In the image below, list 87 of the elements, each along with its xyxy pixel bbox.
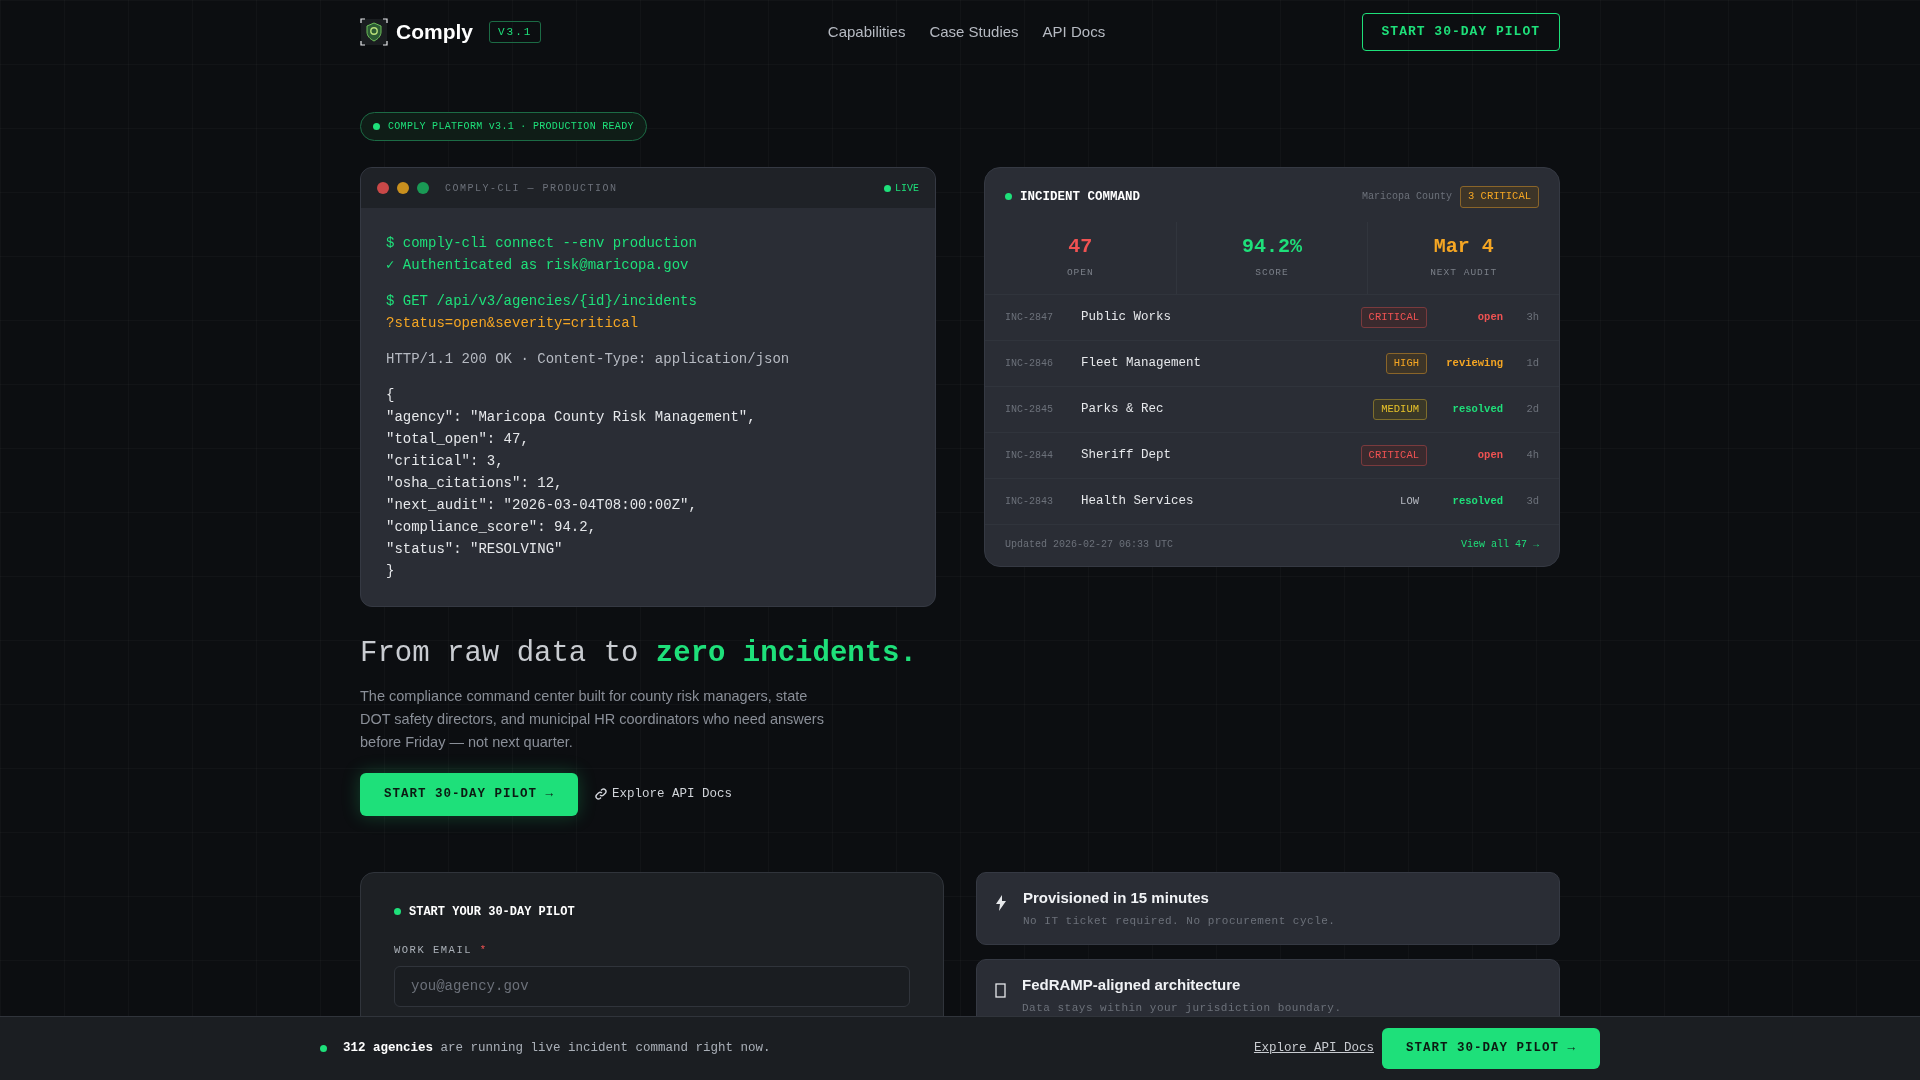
incident-row[interactable]: INC-2843 Health Services LOW resolved 3d [985,478,1559,524]
incident-status: open [1476,447,1503,463]
severity-tag: MEDIUM [1373,398,1427,421]
terminal-line: $ GET /api/v3/agencies/{id}/incidents [386,292,698,311]
window-control[interactable] [377,182,389,194]
status-dot [373,123,380,130]
incident-row[interactable]: INC-2846 Fleet Management HIGH reviewing 1d [985,340,1559,386]
incident-age: 3h [1525,309,1539,325]
terminal-line: } [386,562,396,581]
incident-age: 4h [1525,447,1539,463]
nav-link[interactable]: Case Studies [929,20,1019,44]
agencies-message: 312 agencies are running live incident command right now. [343,1040,771,1058]
field-label: WORK EMAIL * [394,942,489,958]
incident-id: INC-2845 [1005,403,1054,417]
feature-title: Provisioned in 15 minutes [1023,887,1210,908]
hero-description: The compliance command center built for county risk managers, state DOT safety directors, and municipal HR coordinators who need answers before Friday — not next quarter. [360,686,825,752]
incident-status: resolved [1451,401,1503,417]
incident-id: INC-2843 [1005,495,1054,509]
live-indicator: LIVE [884,180,919,196]
stat-label: NEXT AUDIT [1429,265,1499,280]
terminal-line: "critical": 3, [386,452,505,471]
county-label: Maricopa County [1361,190,1452,205]
rectangle-icon [995,982,1006,998]
terminal-line: "total_open": 47, [386,430,530,449]
pilot-button[interactable]: START 30-DAY PILOT [1361,13,1560,51]
incident-age: 2d [1525,401,1539,417]
incident-id: INC-2844 [1005,449,1054,463]
severity-tag: CRITICAL [1360,444,1427,467]
severity-tag: HIGH [1385,352,1427,375]
link-icon [594,787,609,802]
updated-time: Updated 2026-02-27 06:33 UTC [1005,538,1174,552]
incident-row[interactable]: INC-2844 Sheriff Dept CRITICAL open 4h [985,432,1559,478]
incident-status: open [1476,309,1503,325]
form-title: START YOUR 30-DAY PILOT [394,902,910,921]
nav-link[interactable]: API Docs [1042,20,1106,44]
stat-value: Mar 4 [1432,233,1495,260]
status-dot [320,1045,327,1052]
status-pill: COMPLY PLATFORM v3.1 · PRODUCTION READY [360,112,647,141]
incident-row[interactable]: INC-2847 Public Works CRITICAL open 3h [985,294,1559,340]
severity-tag: LOW [1392,490,1427,513]
terminal-title: COMPLY-CLI — PRODUCTION [445,181,618,196]
panel-title: INCIDENT COMMAND [1005,187,1141,207]
hero-heading: From raw data to zero incidents. [360,637,918,672]
incident-age: 3d [1525,493,1539,509]
incident-row[interactable]: INC-2845 Parks & Rec MEDIUM resolved 2d [985,386,1559,432]
pilot-button[interactable]: START 30-DAY PILOT → [1381,1028,1600,1069]
logo-icon [360,18,388,46]
stat-label: OPEN [1065,265,1095,280]
terminal-line: $ comply-cli connect --env production [386,234,698,253]
api-docs-link[interactable]: Explore API Docs [1253,1039,1374,1058]
incident-name: Health Services [1081,493,1194,511]
brand-name[interactable]: Comply [396,16,473,48]
terminal-line: "status": "RESOLVING" [386,540,564,559]
stat-value: 94.2% [1241,233,1303,260]
terminal-line: "osha_citations": 12, [386,474,564,493]
version-badge: V3.1 [489,20,542,44]
feature-description: Data stays within your jurisdiction boundary. [1022,1001,1342,1017]
terminal-line: HTTP/1.1 200 OK · Content-Type: application/json [386,350,791,369]
feature-title: FedRAMP-aligned architecture [1022,974,1242,995]
stat-label: SCORE [1254,265,1290,280]
incident-id: INC-2846 [1005,357,1054,371]
terminal-line: { [386,386,396,405]
incident-status: resolved [1451,493,1503,509]
incident-id: INC-2847 [1005,311,1054,325]
incident-age: 1d [1525,355,1539,371]
api-docs-link[interactable]: Explore API Docs [594,784,733,804]
terminal-line: ?status=open&severity=critical [386,314,640,333]
terminal-line: "next_audit": "2026-03-04T08:00:00Z", [386,496,698,515]
email-field[interactable]: you@agency.gov [394,966,910,1008]
feature-description: No IT ticket required. No procurement cycle. [1023,914,1336,930]
lightning-icon [995,895,1007,912]
incident-status: reviewing [1445,355,1503,371]
window-control[interactable] [397,182,409,194]
terminal-line: "compliance_score": 94.2, [386,518,598,537]
incident-name: Parks & Rec [1081,401,1164,419]
stat-value: 47 [1067,233,1094,260]
incident-name: Public Works [1081,309,1171,327]
severity-tag: CRITICAL [1360,306,1427,329]
incident-name: Fleet Management [1081,355,1202,373]
view-all-link[interactable]: View all 47 → [1461,537,1539,552]
critical-count-badge: 3 CRITICAL [1460,186,1539,208]
pilot-button[interactable]: START 30-DAY PILOT → [360,772,579,816]
window-control[interactable] [417,182,429,194]
nav-link[interactable]: Capabilities [827,20,906,44]
terminal-line: ✓ Authenticated as risk@maricopa.gov [386,256,690,275]
incident-name: Sheriff Dept [1081,447,1171,465]
terminal-line: "agency": "Maricopa County Risk Management", [386,408,757,427]
